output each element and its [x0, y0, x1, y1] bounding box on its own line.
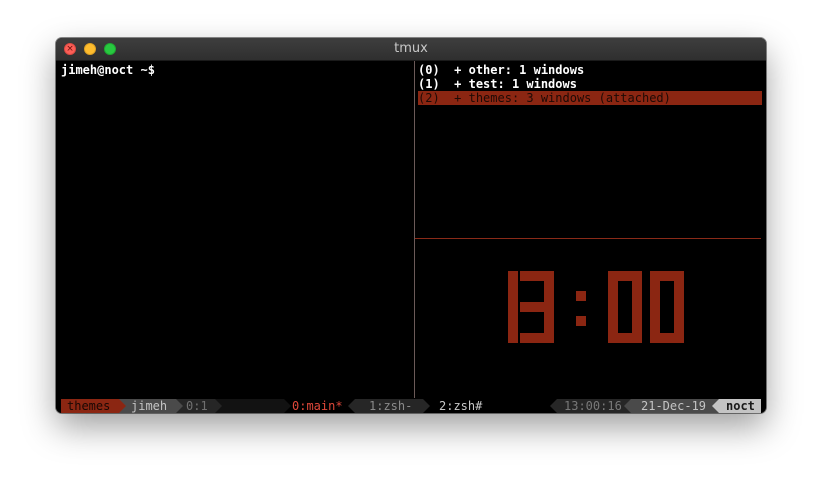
status-session-name[interactable]: themes — [61, 399, 119, 413]
vertical-pane-divider[interactable] — [414, 61, 415, 398]
clock-digit-0 — [650, 271, 684, 343]
separator-arrow-icon — [712, 399, 719, 413]
session-index: (2) — [418, 91, 440, 105]
window-tab-main[interactable]: 0:main* — [292, 399, 343, 413]
status-pane: 0:1 — [183, 399, 215, 413]
separator-arrow-icon — [215, 399, 222, 413]
separator-arrow-icon — [550, 399, 557, 413]
session-label: + test: 1 windows — [454, 77, 577, 91]
separator-arrow-icon — [176, 399, 183, 413]
session-index: (1) — [418, 77, 440, 91]
separator-arrow-icon — [624, 399, 631, 413]
clock-digit-3 — [520, 271, 554, 343]
clock-display — [508, 271, 684, 343]
separator-arrow-icon — [284, 399, 291, 413]
terminal-content[interactable]: jimeh@noct ~$ (0) + other: 1 windows (1)… — [56, 61, 766, 413]
clock-colon — [576, 291, 586, 326]
status-date: 21-Dec-19 — [631, 399, 719, 413]
terminal-window: × tmux jimeh@noct ~$ (0) + other: 1 wind… — [56, 38, 766, 413]
clock-digit-1 — [508, 271, 518, 343]
horizontal-pane-divider[interactable] — [415, 238, 761, 239]
status-hostname: noct — [719, 399, 761, 413]
session-item-themes-selected[interactable]: (2) + themes: 3 windows (attached) — [418, 91, 762, 105]
session-item-other[interactable]: (0) + other: 1 windows — [418, 63, 762, 77]
separator-arrow-icon — [119, 399, 126, 413]
separator-arrow-icon — [348, 399, 355, 413]
window-tab-zsh-1[interactable]: 1:zsh- — [355, 399, 423, 413]
session-item-test[interactable]: (1) + test: 1 windows — [418, 77, 762, 91]
shell-prompt[interactable]: jimeh@noct ~$ — [61, 63, 155, 77]
tmux-status-bar: themes jimeh 0:1 0:main* 1:zsh- 2:zsh# 1… — [56, 399, 766, 413]
session-label: + other: 1 windows — [454, 63, 585, 77]
session-label: + themes: 3 windows (attached) — [454, 91, 671, 105]
status-time: 13:00:16 — [557, 399, 631, 413]
window-tab-zsh-2[interactable]: 2:zsh# — [439, 399, 482, 413]
title-bar[interactable]: × tmux — [56, 38, 766, 61]
session-index: (0) — [418, 63, 440, 77]
status-spacer — [222, 399, 284, 413]
window-title: tmux — [394, 41, 428, 56]
status-user: jimeh — [126, 399, 176, 413]
separator-arrow-icon — [423, 399, 430, 413]
clock-digit-0 — [608, 271, 642, 343]
